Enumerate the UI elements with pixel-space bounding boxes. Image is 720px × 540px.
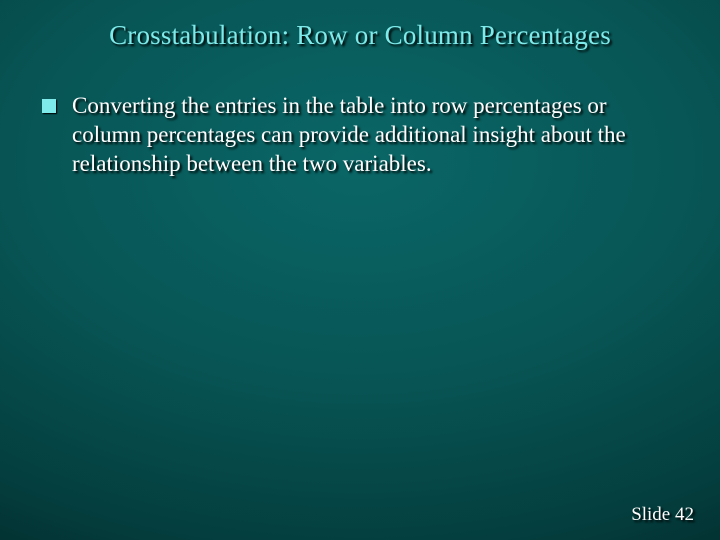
- slide: Crosstabulation: Row or Column Percentag…: [0, 0, 720, 540]
- slide-number: Slide 42: [631, 504, 694, 526]
- slide-title: Crosstabulation: Row or Column Percentag…: [0, 20, 720, 51]
- slide-body: Converting the entries in the table into…: [42, 92, 670, 178]
- list-item: Converting the entries in the table into…: [42, 92, 670, 178]
- slide-number-value: 42: [675, 504, 694, 525]
- square-bullet-icon: [42, 99, 56, 113]
- bullet-text: Converting the entries in the table into…: [72, 92, 670, 178]
- slide-label: Slide: [631, 504, 670, 525]
